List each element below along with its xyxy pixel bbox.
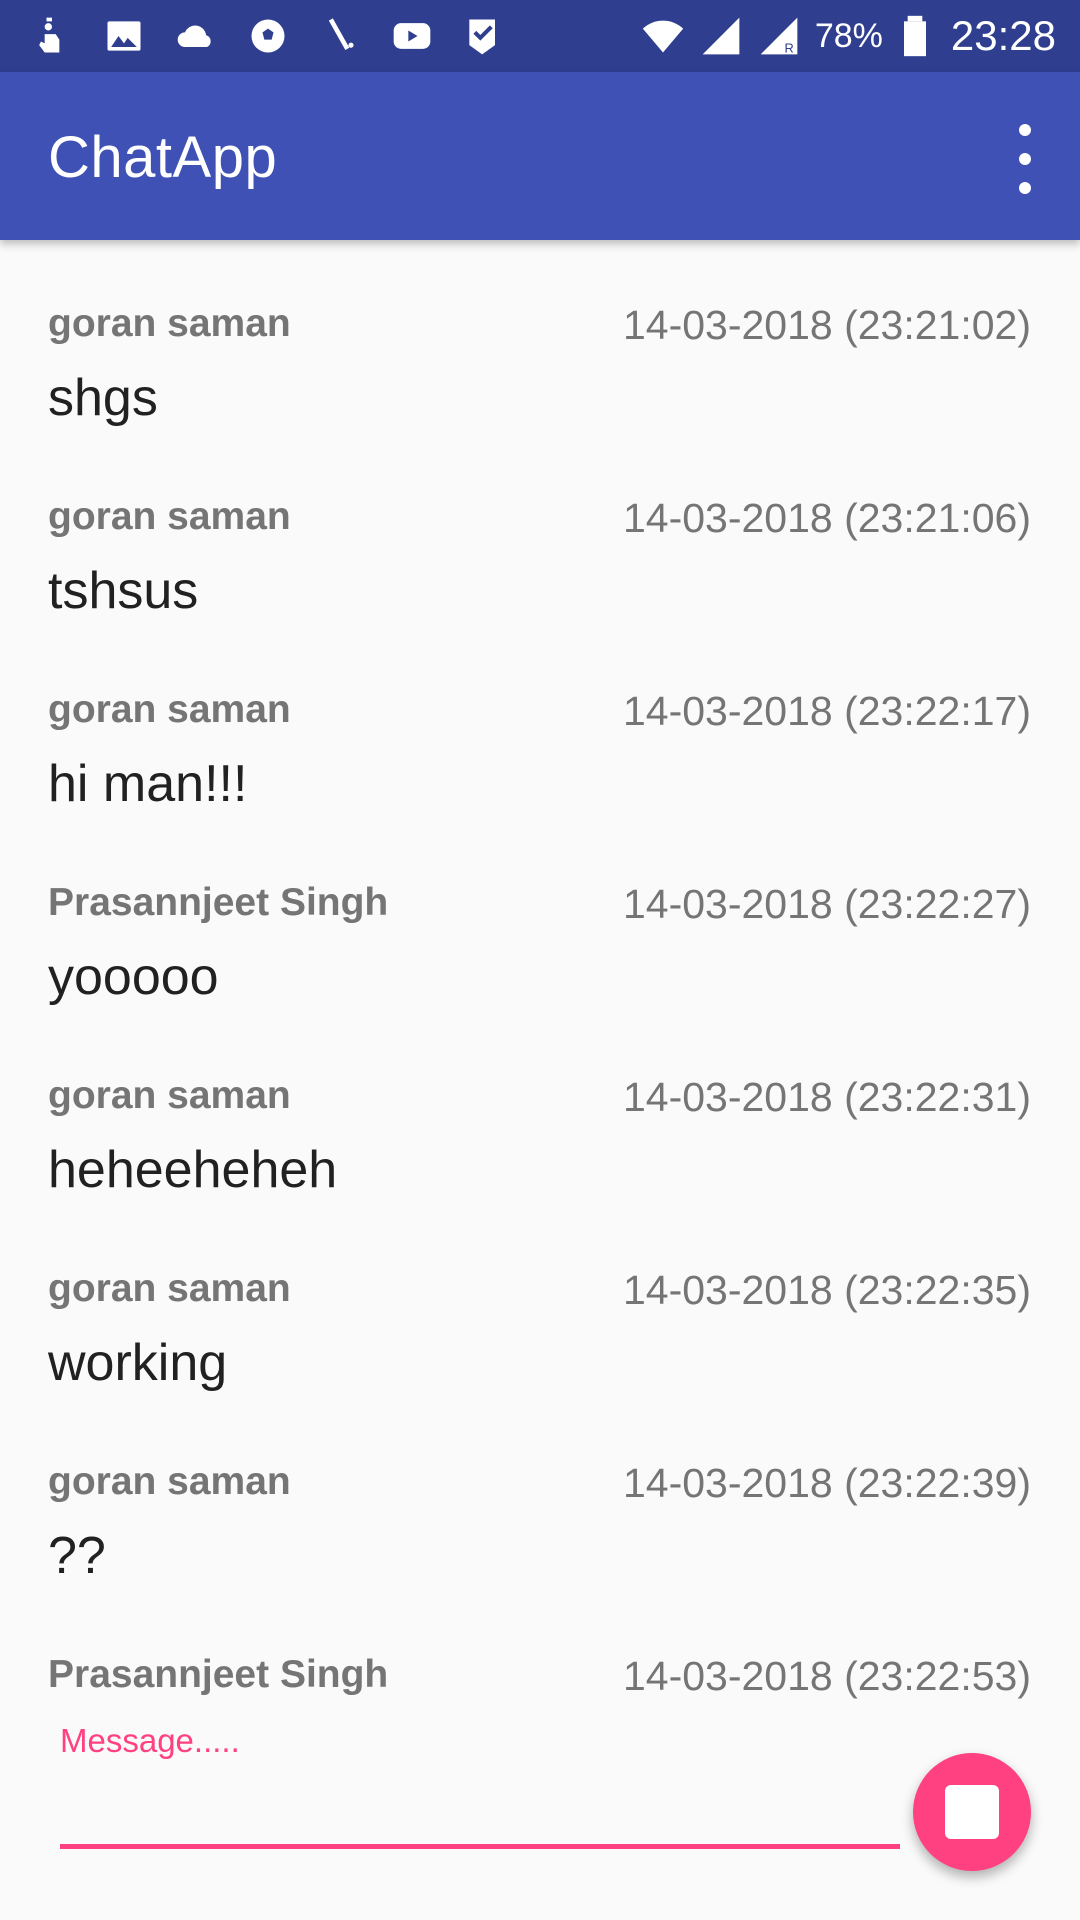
svg-text:R: R (784, 41, 793, 56)
cell-signal-roaming-icon: R (757, 14, 801, 58)
clock: 23:28 (950, 12, 1056, 59)
message-user: goran saman (48, 302, 291, 345)
message-text: hi man!!! (48, 755, 248, 813)
message-time: 14-03-2018 (23:21:02) (622, 302, 1031, 348)
message-time: 14-03-2018 (23:21:06) (622, 495, 1031, 541)
list-item: Prasannjeet Singh 14-03-2018 (23:22:53) (0, 1653, 1080, 1700)
list-item: goran saman 14-03-2018 (23:21:02) shgs (0, 302, 1080, 495)
youtube-icon (390, 14, 434, 58)
message-time: 14-03-2018 (23:22:35) (622, 1267, 1031, 1313)
cricket-bat-icon (318, 14, 362, 58)
message-text: heheeheheh (48, 1141, 338, 1199)
image-icon (102, 14, 146, 58)
message-user: Prasannjeet Singh (48, 881, 389, 924)
message-time: 14-03-2018 (23:22:53) (622, 1653, 1031, 1699)
message-user: goran saman (48, 1074, 291, 1117)
more-vert-icon[interactable] (1010, 124, 1040, 194)
app-bar: ChatApp (0, 72, 1080, 240)
soccer-ball-icon (246, 14, 290, 58)
message-time: 14-03-2018 (23:22:17) (622, 688, 1031, 734)
message-time: 14-03-2018 (23:22:27) (622, 881, 1031, 927)
app-title: ChatApp (48, 125, 278, 190)
hand-icon (30, 14, 74, 58)
message-list[interactable]: goran saman 14-03-2018 (23:21:02) shgs g… (0, 240, 1080, 1700)
message-user: goran saman (48, 688, 291, 731)
message-text: ?? (48, 1527, 106, 1585)
list-item: goran saman 14-03-2018 (23:22:17) hi man… (0, 688, 1080, 881)
message-input[interactable] (60, 1770, 904, 1848)
message-user: Prasannjeet Singh (48, 1653, 389, 1696)
message-time: 14-03-2018 (23:22:31) (622, 1074, 1031, 1120)
system-icons: R 78% 23:28 (641, 12, 1056, 60)
list-item: goran saman 14-03-2018 (23:22:39) ?? (0, 1460, 1080, 1653)
list-item: goran saman 14-03-2018 (23:22:35) workin… (0, 1267, 1080, 1460)
menu-dot (1019, 124, 1031, 136)
send-button[interactable] (913, 1753, 1031, 1871)
menu-dot (1019, 153, 1031, 165)
wifi-icon (641, 14, 685, 58)
check-badge-icon (462, 14, 506, 58)
message-composer: Message..... (0, 1700, 1080, 1920)
battery-percentage: 78% (814, 16, 883, 55)
notification-icons (30, 14, 534, 58)
cell-signal-icon (699, 14, 743, 58)
list-item: Prasannjeet Singh 14-03-2018 (23:22:27) … (0, 881, 1080, 1074)
stop-square-icon (945, 1785, 999, 1839)
message-text: working (48, 1334, 228, 1392)
list-item: goran saman 14-03-2018 (23:21:06) tshsus (0, 495, 1080, 688)
message-time: 14-03-2018 (23:22:39) (622, 1460, 1031, 1506)
message-user: goran saman (48, 1267, 291, 1310)
menu-dot (1019, 182, 1031, 194)
message-user: goran saman (48, 1460, 291, 1503)
list-item: goran saman 14-03-2018 (23:22:31) heheeh… (0, 1074, 1080, 1267)
message-text: tshsus (48, 562, 199, 620)
cloud-icon (174, 14, 218, 58)
battery-icon (893, 14, 937, 58)
message-input-label: Message..... (60, 1722, 240, 1759)
message-text: shgs (48, 369, 158, 427)
input-underline (60, 1844, 900, 1849)
message-text: yooooo (48, 948, 219, 1006)
message-user: goran saman (48, 495, 291, 538)
status-bar: R 78% 23:28 (0, 0, 1080, 72)
